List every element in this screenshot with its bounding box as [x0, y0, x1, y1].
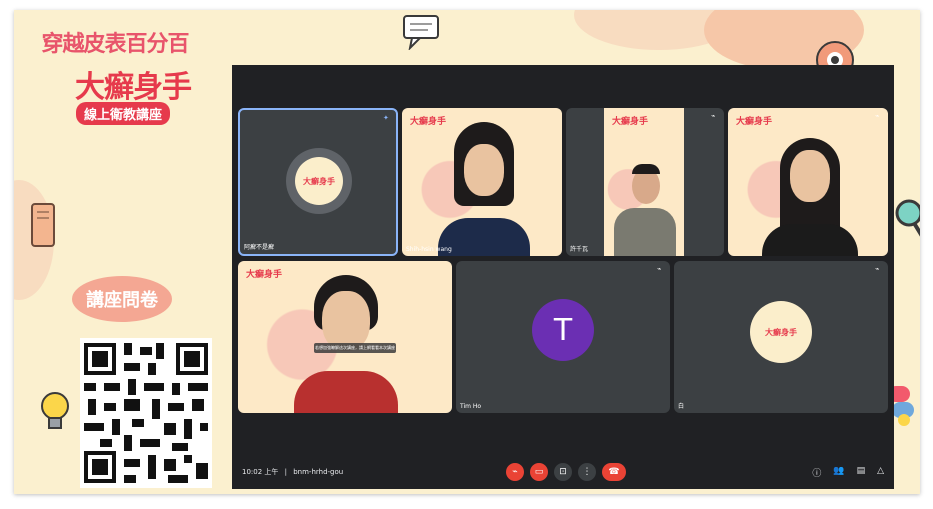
activities-icon[interactable]: △ [877, 466, 884, 479]
meeting-code: bnm-hrhd-gou [293, 468, 344, 476]
event-title-line1: 穿越皮表百分百 [41, 32, 189, 57]
meeting-details: 10:02 上午 | bnm-hrhd-gou [242, 467, 343, 477]
event-logo: 大癬身手 [295, 157, 343, 205]
participant-tile-video[interactable]: 大癬身手 Shih-hsin wang [402, 108, 562, 256]
participant-tile-avatar[interactable]: T ⌁ Tim Ho [456, 261, 670, 413]
mic-off-icon: ⌁ [657, 265, 662, 273]
present-button[interactable]: ⊡ [554, 463, 572, 481]
call-controls: ⌁ ▭ ⊡ ⋮ ☎ [506, 463, 626, 481]
participant-hair [632, 164, 660, 174]
leave-call-button[interactable]: ☎ [602, 463, 626, 481]
more-vert-icon: ⋮ [582, 467, 592, 477]
participant-name: Shih-hsin wang [406, 246, 452, 253]
mic-toggle-button[interactable]: ⌁ [506, 463, 524, 481]
participant-name: 阿癬不是癬 [244, 244, 275, 251]
participant-tile-video[interactable]: 大癬身手 ⌁ [728, 108, 888, 256]
speech-bubble-icon [403, 15, 439, 50]
present-icon: ⊡ [559, 467, 567, 477]
magnifier-icon [895, 199, 920, 237]
event-logo: 大癬身手 [754, 305, 808, 359]
camera-toggle-button[interactable]: ▭ [530, 463, 548, 481]
poster-label: 大癬身手 [736, 117, 773, 127]
participant-face [322, 291, 370, 351]
participant-tile-logo[interactable]: 大癬身手 ✦ 阿癬不是癬 [238, 108, 398, 256]
side-panel-controls: ⓘ 👥 ▤ △ [812, 466, 884, 479]
presentation-frame: 穿越皮表百分百 大癬身手 線上衛教講座 講座問卷 大癬身手 ✦ 阿癬不是癬 大癬… [14, 10, 920, 494]
more-options-button[interactable]: ⋮ [578, 463, 596, 481]
caption-overlay: 若想加強瞭解這次講座，請上網看看本次講座 [314, 343, 396, 353]
people-icon[interactable]: 👥 [833, 466, 844, 479]
participant-tile-video[interactable]: 大癬身手 ⌁ 許千瓦 [566, 108, 724, 256]
participant-tile-logo[interactable]: 大癬身手 ⌁ 白 [674, 261, 888, 413]
chat-icon[interactable]: ▤ [857, 466, 866, 479]
participant-name: Tim Ho [460, 403, 482, 410]
participant-body [614, 208, 676, 256]
video-call-window: 大癬身手 ✦ 阿癬不是癬 大癬身手 Shih-hsin wang 大癬身手 ⌁ … [232, 65, 894, 489]
book-icon [31, 203, 55, 247]
event-title-line3: 線上衛教講座 [76, 102, 171, 125]
mic-off-icon: ⌁ [711, 112, 716, 120]
participant-face [790, 150, 830, 202]
participant-face [464, 144, 504, 196]
video-feed: 大癬身手 [604, 108, 684, 256]
participant-body [762, 224, 858, 256]
separator: | [284, 468, 287, 476]
meeting-time: 10:02 上午 [242, 468, 279, 476]
mic-off-icon: ⌁ [875, 112, 880, 120]
avatar: 大癬身手 [750, 301, 812, 363]
poster-label: 大癬身手 [246, 270, 283, 280]
info-icon[interactable]: ⓘ [812, 466, 821, 479]
event-title-line2: 大癬身手 [75, 70, 192, 105]
poster-label: 大癬身手 [410, 117, 447, 127]
phone-hangup-icon: ☎ [608, 467, 620, 477]
pin-icon[interactable]: ✦ [383, 114, 392, 123]
poster-label: 大癬身手 [612, 117, 649, 127]
participant-body [294, 371, 398, 413]
lightbulb-icon [41, 392, 69, 429]
avatar: T [532, 299, 594, 361]
survey-label: 講座問卷 [72, 276, 172, 322]
camera-off-icon: ▭ [534, 467, 544, 477]
participant-name: 許千瓦 [570, 246, 589, 253]
mic-off-icon: ⌁ [875, 265, 880, 273]
participant-tile-video[interactable]: 大癬身手 若想加強瞭解這次講座，請上網看看本次講座 [238, 261, 452, 413]
participant-name: 白 [678, 403, 685, 410]
meeting-control-bar: 10:02 上午 | bnm-hrhd-gou ⌁ ▭ ⊡ ⋮ ☎ ⓘ 👥 ▤ … [232, 455, 894, 489]
mic-off-icon: ⌁ [512, 467, 518, 477]
avatar: 大癬身手 [286, 148, 352, 214]
survey-qr-code[interactable] [80, 338, 212, 488]
